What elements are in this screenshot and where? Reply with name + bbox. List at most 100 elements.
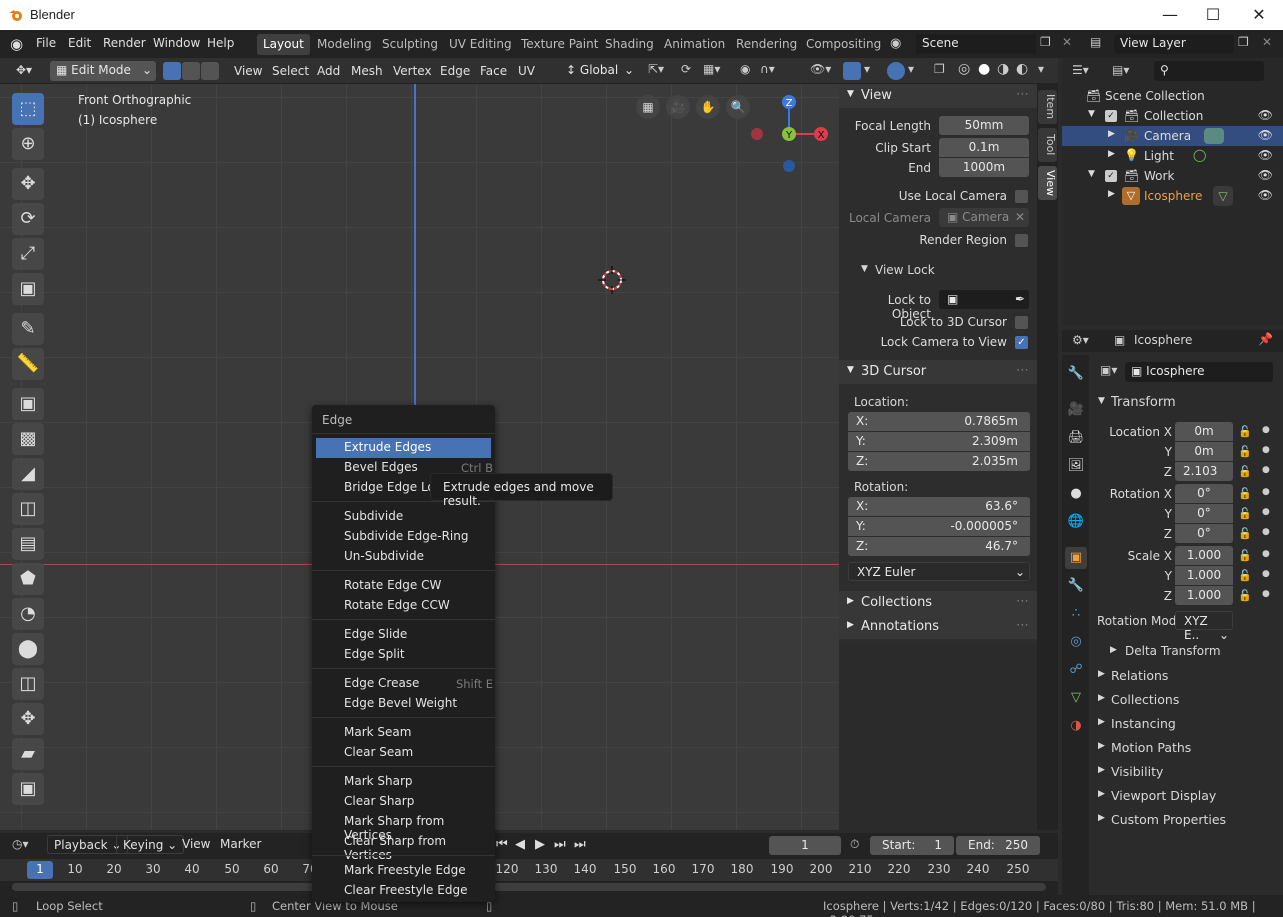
bevel-tool-icon[interactable]: ◢: [12, 458, 44, 490]
menu-edit[interactable]: Edit: [68, 36, 91, 50]
outliner-row-work[interactable]: ▼ ✓ 🗃 Work 👁: [1062, 166, 1283, 186]
lock-icon[interactable]: 🔓: [1238, 425, 1252, 438]
view-layer-tab-icon[interactable]: 🖼: [1065, 455, 1087, 477]
transform-orientation-select[interactable]: ↕ Global ⌄: [560, 61, 638, 81]
cursor-rotation-z-field[interactable]: Z: 46.7°: [848, 537, 1030, 556]
material-tab-icon[interactable]: ◑: [1065, 715, 1087, 737]
transform-panel-header[interactable]: ▼ Transform: [1090, 392, 1283, 414]
property-section-relations[interactable]: ▶ Relations: [1090, 665, 1283, 687]
tab-layout[interactable]: Layout: [257, 34, 310, 55]
menu-help[interactable]: Help: [207, 36, 234, 50]
tab-item[interactable]: Item: [1038, 90, 1057, 124]
eye-icon[interactable]: 👁: [1258, 188, 1273, 202]
outliner-row-icosphere[interactable]: ▶ ▽ Icosphere ▽ 👁: [1062, 186, 1283, 206]
zoom-view-icon[interactable]: 🔍: [726, 95, 750, 119]
keyframe-dot-icon[interactable]: ●: [1262, 487, 1270, 497]
outliner-row-light[interactable]: ▶ 💡 Light ◯ 👁: [1062, 146, 1283, 166]
drag-handle-icon[interactable]: ⋯: [1016, 618, 1029, 633]
loop-cut-tool-icon[interactable]: ◫: [12, 493, 44, 525]
property-section-visibility[interactable]: ▶ Visibility: [1090, 761, 1283, 783]
eye-icon[interactable]: 👁: [1258, 148, 1273, 162]
keyframe-dot-icon[interactable]: ●: [1262, 425, 1270, 435]
gizmo-neg-x-handle[interactable]: [751, 128, 763, 140]
jump-end-icon[interactable]: ⏭: [574, 837, 586, 852]
tab-uv-editing[interactable]: UV Editing: [443, 34, 518, 55]
drag-handle-icon[interactable]: ⋯: [1016, 363, 1029, 378]
cursor-y-field[interactable]: Y: 2.309m: [848, 432, 1030, 451]
menu-item-mark-sharp-from-vertices[interactable]: Mark Sharp from Vertices: [316, 812, 491, 842]
gizmo-neg-z-handle[interactable]: [783, 160, 795, 172]
cursor-x-field[interactable]: X: 0.7865m: [848, 412, 1030, 431]
scale-z-field[interactable]: 1.000: [1175, 586, 1233, 605]
particles-tab-icon[interactable]: ∴: [1065, 603, 1087, 625]
tab-tool[interactable]: Tool: [1038, 128, 1057, 162]
smooth-tool-icon[interactable]: ⬤: [12, 633, 44, 665]
tab-compositing[interactable]: Compositing: [800, 34, 887, 55]
transform-tool-icon[interactable]: ▣: [12, 273, 44, 305]
clip-end-field[interactable]: 1000m: [939, 158, 1029, 177]
solid-shading-icon[interactable]: ●: [978, 61, 990, 77]
inset-tool-icon[interactable]: ▩: [12, 423, 44, 455]
tab-shading[interactable]: Shading: [599, 34, 660, 55]
scene-name-field[interactable]: Scene: [916, 34, 1036, 54]
outliner-row-camera[interactable]: ▶ 🎥 Camera 👁: [1062, 126, 1283, 146]
delta-transform-header[interactable]: ▶ Delta Transform: [1110, 642, 1280, 662]
measure-tool-icon[interactable]: 📏: [12, 348, 44, 380]
snap-icon[interactable]: ⟳: [681, 62, 691, 76]
modifiers-tab-icon[interactable]: 🔧: [1065, 575, 1087, 597]
timeline-view-menu[interactable]: View: [176, 835, 216, 854]
keyframe-dot-icon[interactable]: ●: [1262, 465, 1270, 475]
cursor-z-field[interactable]: Z: 2.035m: [848, 452, 1030, 471]
scene-close-icon[interactable]: ✕: [1062, 35, 1072, 49]
menu-item-subdivide-edge-ring[interactable]: Subdivide Edge-Ring: [316, 527, 491, 547]
lock-icon[interactable]: 🔓: [1238, 527, 1252, 540]
editor-type-icon[interactable]: ✥▾: [16, 63, 32, 77]
menu-item-clear-seam[interactable]: Clear Seam: [316, 743, 491, 763]
play-reverse-icon[interactable]: ◀: [515, 837, 525, 852]
cursor-rotation-x-field[interactable]: X: 63.6°: [848, 497, 1030, 516]
view-lock-subsection[interactable]: ▼ View Lock: [839, 260, 1037, 280]
menu-item-mark-freestyle-edge[interactable]: Mark Freestyle Edge: [316, 861, 491, 881]
spin-tool-icon[interactable]: ◔: [12, 598, 44, 630]
cursor-tool-icon[interactable]: ⊕: [12, 128, 44, 160]
menu-item-mark-sharp[interactable]: Mark Sharp: [316, 772, 491, 792]
location-x-field[interactable]: 0m: [1175, 422, 1233, 441]
annotate-tool-icon[interactable]: ✎: [12, 313, 44, 345]
scene-tab-icon[interactable]: ●: [1065, 483, 1087, 505]
properties-editor-icon[interactable]: ⚙▾: [1072, 333, 1089, 347]
wireframe-shading-icon[interactable]: ◎: [958, 61, 970, 77]
jump-keyframe-back-icon[interactable]: ⏮: [496, 837, 508, 852]
lock-icon[interactable]: 🔓: [1238, 465, 1252, 478]
extrude-tool-icon[interactable]: ▣: [12, 388, 44, 420]
clip-start-field[interactable]: 0.1m: [939, 138, 1029, 157]
header-menu-face[interactable]: Face: [474, 62, 513, 81]
overlays-toggle-icon[interactable]: [887, 62, 905, 80]
falloff-icon[interactable]: ∩▾: [760, 62, 775, 76]
drag-handle-icon[interactable]: ⋯: [1016, 87, 1029, 102]
drag-handle-icon[interactable]: ⋯: [1016, 594, 1029, 609]
outliner-search-input[interactable]: ⚲: [1154, 61, 1264, 81]
camera-view-icon[interactable]: 🎥: [666, 95, 690, 119]
lock-icon[interactable]: 🔓: [1238, 507, 1252, 520]
view-layer-close-icon[interactable]: ✕: [1262, 35, 1272, 49]
rotation-y-field[interactable]: 0°: [1175, 504, 1233, 523]
keyframe-dot-icon[interactable]: ●: [1262, 549, 1270, 559]
menu-item-edge-crease[interactable]: Edge Crease Shift E: [316, 674, 493, 694]
visibility-icon[interactable]: 👁▾: [810, 62, 831, 76]
physics-tab-icon[interactable]: ◎: [1065, 631, 1087, 653]
outliner-row-collection[interactable]: ▼ ✓ 🗃 Collection 👁: [1062, 106, 1283, 126]
mesh-data-tab-icon[interactable]: ▽: [1065, 687, 1087, 709]
proportional-edit-icon[interactable]: ◉: [740, 62, 750, 76]
outliner-editor-icon[interactable]: ☰▾: [1072, 63, 1089, 77]
eye-icon[interactable]: 👁: [1258, 108, 1273, 122]
object-rotation-mode-select[interactable]: XYZ E.. ⌄: [1175, 611, 1233, 642]
tool-settings-tab-icon[interactable]: 🔧: [1065, 363, 1087, 385]
keyframe-dot-icon[interactable]: ●: [1262, 589, 1270, 599]
expand-right-icon[interactable]: ▶: [1108, 149, 1115, 159]
scale-x-field[interactable]: 1.000: [1175, 546, 1233, 565]
tab-rendering[interactable]: Rendering: [730, 34, 803, 55]
light-data-icon[interactable]: ◯: [1193, 148, 1206, 162]
lock-icon[interactable]: 🔓: [1238, 589, 1252, 602]
blender-menu-icon[interactable]: ◉: [10, 35, 23, 53]
marker-menu[interactable]: Marker: [214, 835, 267, 854]
